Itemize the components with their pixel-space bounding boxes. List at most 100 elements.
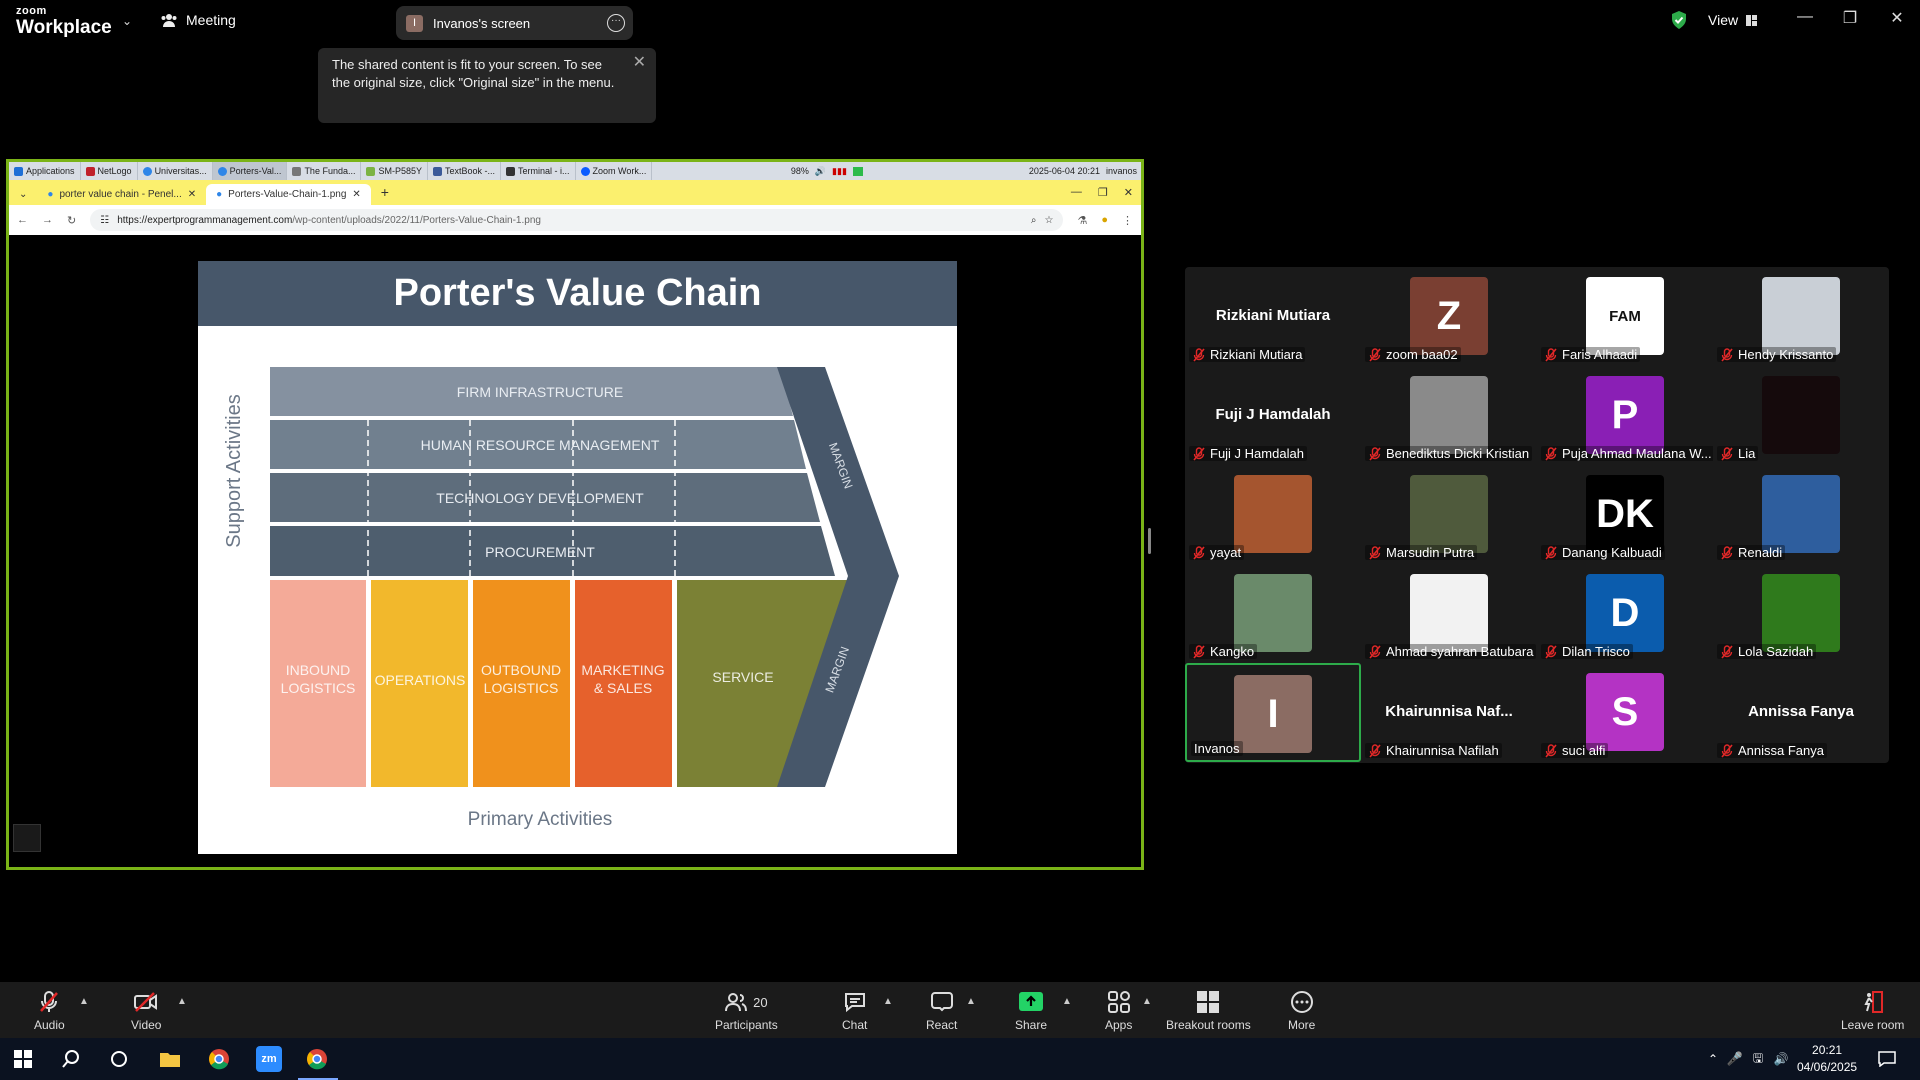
participant-tile[interactable]: I Invanos — [1185, 663, 1361, 762]
back-icon[interactable]: ← — [17, 214, 28, 226]
participant-avatar — [1762, 475, 1840, 553]
chat-button[interactable]: Chat — [842, 990, 867, 1032]
screen-share-indicator[interactable]: I Invanos's screen ··· — [396, 6, 633, 40]
leave-door-icon — [1864, 991, 1883, 1013]
video-options-caret-icon[interactable]: ▲ — [177, 996, 187, 1007]
shield-check-icon[interactable] — [1670, 10, 1688, 30]
forward-icon[interactable]: → — [42, 214, 53, 226]
mic-muted-icon — [1721, 446, 1733, 461]
participant-display-name: Khairunnisa Naf... — [1385, 703, 1513, 720]
participant-tile[interactable]: Ssuci alfi — [1537, 663, 1713, 762]
search-icon[interactable] — [58, 1046, 84, 1072]
fit-to-screen-tooltip: The shared content is fit to your screen… — [318, 48, 656, 123]
restore-icon[interactable]: ❐ — [1835, 8, 1865, 28]
close-tooltip-icon[interactable]: ✕ — [633, 54, 646, 72]
minimize-icon[interactable]: — — [1790, 8, 1820, 26]
windows-start-icon[interactable] — [10, 1046, 36, 1072]
file-explorer-icon[interactable] — [157, 1046, 183, 1072]
share-options-caret-icon[interactable]: ▲ — [1062, 996, 1072, 1007]
mic-muted-icon — [1545, 446, 1557, 461]
participant-tile[interactable]: Lola Sazidah — [1713, 564, 1889, 663]
meeting-label: Meeting — [186, 12, 236, 28]
breakout-rooms-button[interactable]: Breakout rooms — [1166, 990, 1251, 1032]
audio-options-caret-icon[interactable]: ▲ — [79, 996, 89, 1007]
participant-tile[interactable]: yayat — [1185, 465, 1361, 564]
participant-tile[interactable]: P Puja Ahmad Maulana W... — [1537, 366, 1713, 465]
participant-tile[interactable]: Marsudin Putra — [1361, 465, 1537, 564]
primary-col-label: OPERATIONS — [375, 672, 466, 688]
participant-tile[interactable]: FAM Faris Alhaadi — [1537, 267, 1713, 366]
participant-tile[interactable]: Annissa Fanya Annissa Fanya — [1713, 663, 1889, 762]
leave-room-button[interactable]: Leave room — [1841, 990, 1904, 1032]
more-button[interactable]: More — [1288, 990, 1315, 1032]
participant-name: Annissa Fanya — [1738, 743, 1824, 758]
chrome-icon[interactable] — [206, 1046, 232, 1072]
video-button[interactable]: Video — [131, 990, 161, 1032]
chevron-down-icon[interactable]: ⌄ — [122, 14, 132, 28]
share-button[interactable]: Share — [1015, 990, 1047, 1032]
apps-button[interactable]: Apps — [1105, 990, 1132, 1032]
participant-tile[interactable]: DK Danang Kalbuadi — [1537, 465, 1713, 564]
participant-tile[interactable]: Renaldi — [1713, 465, 1889, 564]
react-options-caret-icon[interactable]: ▲ — [966, 996, 976, 1007]
meeting-menu-button[interactable]: Meeting — [160, 12, 236, 28]
ellipsis-icon[interactable]: ··· — [607, 14, 625, 32]
participant-tile[interactable]: Fuji J Hamdalah Fuji J Hamdalah — [1185, 366, 1361, 465]
shared-screen[interactable]: Applications NetLogo Universitas... Port… — [6, 159, 1144, 870]
participant-tile[interactable]: Ahmad syahran Batubara — [1361, 564, 1537, 663]
address-bar[interactable]: ☷ https://expertprogrammanagement.com/wp… — [90, 209, 1064, 231]
participant-avatar — [1762, 574, 1840, 652]
participant-tile[interactable]: Hendy Krissanto — [1713, 267, 1889, 366]
meeting-controls: Audio ▲ Video ▲ 20 Participants Chat ▲ R… — [0, 982, 1920, 1038]
shared-desktop-taskbar: Applications NetLogo Universitas... Port… — [9, 162, 1141, 180]
shared-desktop-tray: 98% 🔊 ▮▮▮ 2025-06-04 20:21 invanos — [791, 166, 1141, 177]
mic-muted-icon — [1193, 545, 1205, 560]
system-clock[interactable]: 20:21 04/06/2025 — [1797, 1042, 1857, 1076]
notifications-icon[interactable] — [1874, 1046, 1900, 1072]
participant-tile[interactable]: Benediktus Dicki Kristian — [1361, 366, 1537, 465]
video-label: Video — [131, 1018, 162, 1032]
close-icon[interactable]: ✕ — [1882, 8, 1912, 28]
tab-list-icon[interactable]: ⌄ — [9, 189, 37, 205]
participant-name: Marsudin Putra — [1386, 545, 1475, 560]
browser-tab[interactable]: ● porter value chain - Penel... ✕ — [37, 184, 206, 205]
participant-name: Hendy Krissanto — [1738, 347, 1834, 362]
chrome-active-icon[interactable] — [304, 1046, 330, 1072]
profile-icon[interactable]: ● — [1101, 214, 1108, 226]
self-view-thumbnail[interactable] — [13, 824, 41, 852]
participant-tile[interactable]: Rizkiani Mutiara Rizkiani Mutiara — [1185, 267, 1361, 366]
view-label: View — [1708, 12, 1739, 28]
react-button[interactable]: React — [926, 990, 957, 1032]
support-row-label: TECHNOLOGY DEVELOPMENT — [436, 490, 644, 506]
view-button[interactable]: View — [1708, 12, 1758, 28]
zoom-app-icon[interactable]: zm — [256, 1046, 282, 1072]
new-tab-icon[interactable]: + — [371, 184, 399, 205]
participant-tile[interactable]: Kangko — [1185, 564, 1361, 663]
participant-tile[interactable]: Lia — [1713, 366, 1889, 465]
reload-icon[interactable]: ↻ — [67, 214, 76, 227]
primary-col-label: LOGISTICS — [484, 680, 559, 696]
apps-options-caret-icon[interactable]: ▲ — [1142, 996, 1152, 1007]
task-view-icon[interactable] — [106, 1046, 132, 1072]
shared-clock: 2025-06-04 20:21 — [1028, 166, 1100, 176]
zoom-workplace-logo[interactable]: zoom Workplace — [16, 6, 112, 38]
participant-tile[interactable]: Zzoom baa02 — [1361, 267, 1537, 366]
participant-name: Lia — [1738, 446, 1756, 461]
mic-muted-icon — [1721, 743, 1733, 758]
participant-tile[interactable]: Khairunnisa Naf... Khairunnisa Nafilah — [1361, 663, 1537, 762]
participant-gallery: Rizkiani Mutiara Rizkiani Mutiara Zzoom ba… — [1185, 267, 1889, 763]
panel-resize-handle[interactable] — [1148, 528, 1151, 554]
title-bar: zoom Workplace ⌄ Meeting I Invanos's scr… — [0, 0, 1920, 44]
tray-volume-icon[interactable]: 🔊 — [1768, 1046, 1794, 1072]
browser-tab-active[interactable]: ● Porters-Value-Chain-1.png ✕ — [206, 184, 371, 205]
labs-icon[interactable]: ⚗ — [1077, 214, 1087, 227]
more-label: More — [1288, 1018, 1316, 1032]
taskbar-item: The Funda... — [287, 162, 362, 180]
chat-options-caret-icon[interactable]: ▲ — [883, 996, 893, 1007]
browser-menu-icon[interactable]: ⋮ — [1122, 214, 1133, 227]
participant-tile[interactable]: D Dilan Trisco — [1537, 564, 1713, 663]
participant-name-label: Ahmad syahran Batubara — [1365, 644, 1537, 659]
audio-button[interactable]: Audio — [34, 990, 65, 1032]
participants-label: Participants — [715, 1018, 778, 1032]
participants-button[interactable]: 20 Participants — [715, 990, 778, 1032]
